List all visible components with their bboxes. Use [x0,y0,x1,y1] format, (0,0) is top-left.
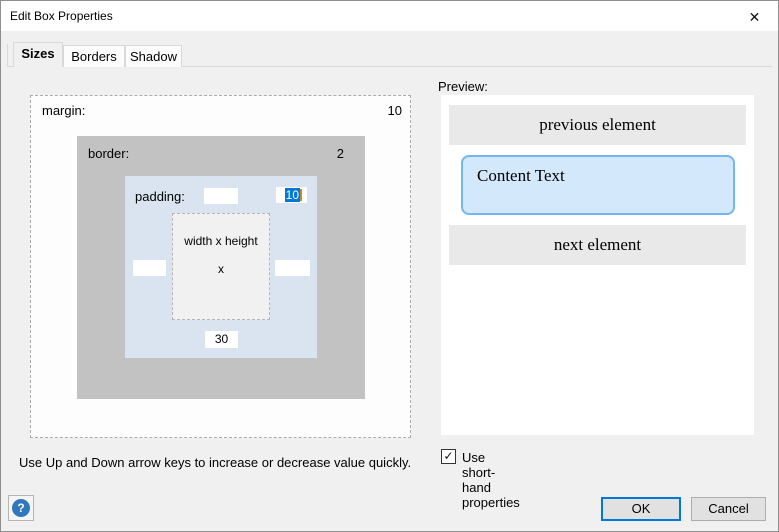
use-shorthand-label[interactable]: Use short-hand properties [462,450,520,510]
width-height-label: width x height [173,234,269,248]
text-caret [300,189,302,201]
padding-area-box: padding: 10 30 width x height x [125,176,317,358]
hint-text: Use Up and Down arrow keys to increase o… [19,455,411,470]
padding-label: padding: [135,189,185,204]
close-icon: ✕ [749,9,761,25]
selected-value: 10 [285,188,300,202]
border-value-field[interactable]: 2 [337,146,344,161]
margin-label: margin: [42,103,85,118]
padding-bottom-input[interactable]: 30 [205,331,238,348]
close-button[interactable]: ✕ [732,2,777,32]
help-button[interactable]: ? [8,495,34,521]
preview-next-element: next element [449,225,746,265]
padding-right-input[interactable]: 10 [276,187,307,203]
preview-panel: previous element Content Text next eleme… [441,95,754,435]
tab-borders[interactable]: Borders [63,45,125,67]
titlebar: Edit Box Properties ✕ [1,1,778,31]
dimension-separator-label: x [173,262,269,276]
padding-right-mid-input[interactable] [275,260,310,276]
use-shorthand-checkbox[interactable]: ✓ [441,449,456,464]
cancel-button[interactable]: Cancel [691,497,766,521]
window-title: Edit Box Properties [10,9,113,23]
content-size-box: width x height x [172,213,270,320]
margin-value-field[interactable]: 10 [388,103,402,118]
preview-label: Preview: [438,79,488,94]
tab-sizes[interactable]: Sizes [13,42,63,67]
padding-top-input[interactable] [204,188,238,204]
preview-previous-element: previous element [449,105,746,145]
border-area-box: border: 2 padding: 10 30 width x height … [77,136,365,399]
preview-content-box: Content Text [461,155,735,215]
help-icon: ? [12,499,30,517]
tab-strip-notch [7,44,8,66]
border-label: border: [88,146,129,161]
padding-left-input[interactable] [133,260,166,276]
checkmark-icon: ✓ [443,449,453,463]
ok-button[interactable]: OK [601,497,681,521]
tab-shadow[interactable]: Shadow [125,45,182,67]
margin-area-box: margin: 10 border: 2 padding: 10 30 widt… [30,95,411,438]
preview-content-text: Content Text [477,166,565,186]
